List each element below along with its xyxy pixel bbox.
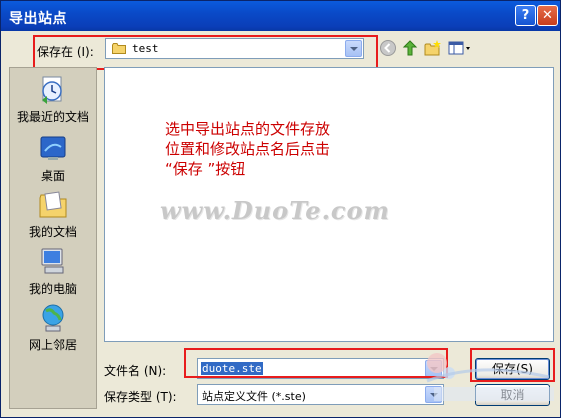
file-type-value: 站点定义文件 (*.ste) [202,390,306,403]
file-type-label: 保存类型 (T): [104,390,177,404]
window-title: 导出站点 [9,11,67,27]
highlight-save-in [33,35,378,70]
new-folder-icon[interactable] [424,39,442,57]
instruction-line-2: 位置和修改站点名后点击 [165,140,331,158]
file-name-label: 文件名 (N): [104,364,167,378]
highlight-file-name [184,348,448,378]
place-desktop[interactable]: 桌面 [10,133,96,184]
place-label-network: 网上邻居 [28,338,77,352]
my-documents-icon [39,191,67,218]
desktop-icon [40,136,66,160]
place-label-recent: 我最近的文档 [16,110,89,124]
place-label-my-computer: 我的电脑 [28,282,77,296]
file-list[interactable]: 选中导出站点的文件存放 位置和修改站点名后点击 “保存 ”按钮 www.DuoT… [104,67,554,342]
help-button[interactable]: ? [515,5,536,26]
my-computer-icon [41,248,64,274]
place-recent-documents[interactable]: 我最近的文档 [10,74,96,125]
recent-documents-icon [42,76,62,104]
network-places-icon [42,304,64,332]
view-menu-icon[interactable] [448,39,472,57]
back-icon[interactable] [379,39,397,57]
place-my-documents[interactable]: 我的文档 [10,189,96,240]
instruction-line-3: “保存 ”按钮 [165,160,246,178]
file-type-select[interactable]: 站点定义文件 (*.ste) [197,384,444,405]
place-label-my-documents: 我的文档 [28,225,77,239]
title-bar[interactable]: 导出站点 ? ✕ [1,1,560,31]
watermark: www.DuoTe.com [160,196,390,225]
place-my-computer[interactable]: 我的电脑 [10,246,96,297]
up-folder-icon[interactable] [401,39,419,57]
close-button[interactable]: ✕ [537,5,558,26]
place-label-desktop: 桌面 [40,169,65,183]
site-logo-badge [426,353,554,401]
export-site-dialog: 导出站点 ? ✕ 保存在 (I): test 我最近的文档 桌面 我的文档 我的… [0,0,561,418]
places-bar: 我最近的文档 桌面 我的文档 我的电脑 网上邻居 [9,67,97,409]
place-network[interactable]: 网上邻居 [10,302,96,353]
instruction-line-1: 选中导出站点的文件存放 [165,120,331,138]
